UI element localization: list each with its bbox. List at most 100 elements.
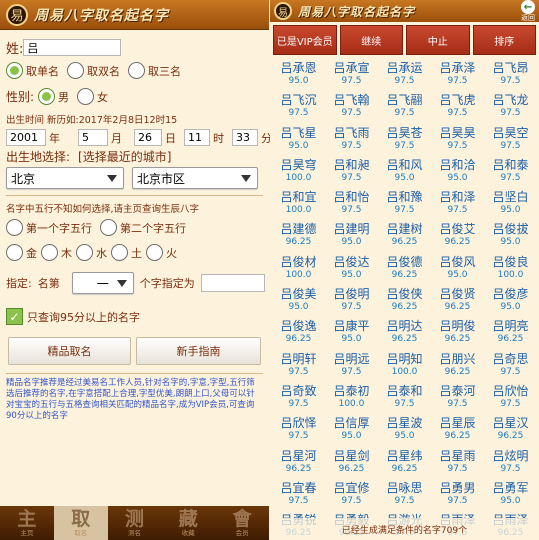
radio-double-name[interactable] <box>67 62 84 79</box>
name-result-item[interactable]: 吕俊德 96.25 <box>378 254 431 286</box>
name-result-item[interactable]: 吕明远 97.5 <box>325 351 378 383</box>
name-result-item[interactable]: 吕星剑 96.25 <box>325 448 378 480</box>
name-result-item[interactable]: 吕勇男 97.5 <box>431 480 484 512</box>
premium-naming-button[interactable]: 精品取名 <box>8 337 131 365</box>
name-result-item[interactable]: 吕俊达 95.0 <box>325 254 378 286</box>
name-result-item[interactable]: 吕建树 96.25 <box>378 221 431 253</box>
name-result-item[interactable]: 吕炫明 97.5 <box>484 448 537 480</box>
month-input[interactable]: 5 <box>78 129 108 146</box>
nav-member[interactable]: 會 会员 <box>215 506 269 540</box>
name-result-item[interactable]: 吕和宜 100.0 <box>272 189 325 221</box>
surname-input[interactable]: 吕 <box>23 39 122 56</box>
name-result-item[interactable]: 吕星辰 96.25 <box>431 415 484 447</box>
name-result-item[interactable]: 吕承恩 95.0 <box>272 60 325 92</box>
nav-favorites[interactable]: 藏 收藏 <box>161 506 215 540</box>
name-result-item[interactable]: 吕信厚 95.0 <box>325 415 378 447</box>
name-result-item[interactable]: 吕明达 96.25 <box>378 318 431 350</box>
name-result-item[interactable]: 吕奇致 97.5 <box>272 383 325 415</box>
name-result-item[interactable]: 吕俊贤 96.25 <box>431 286 484 318</box>
name-result-item[interactable]: 吕承宣 97.5 <box>325 60 378 92</box>
name-result-item[interactable]: 吕俊良 100.0 <box>484 254 537 286</box>
radio-male[interactable] <box>38 88 56 105</box>
name-result-item[interactable]: 吕俊美 95.0 <box>272 286 325 318</box>
name-result-item[interactable]: 吕和风 95.0 <box>378 157 431 189</box>
name-result-item[interactable]: 吕和昶 97.5 <box>325 157 378 189</box>
name-result-item[interactable]: 吕飞虎 97.5 <box>431 92 484 124</box>
name-result-item[interactable]: 吕星汉 96.25 <box>484 415 537 447</box>
name-result-item[interactable]: 吕和豫 97.5 <box>378 189 431 221</box>
year-input[interactable]: 2001 <box>6 129 46 146</box>
vip-member-button[interactable]: 已是VIP会员 <box>273 25 337 55</box>
name-result-item[interactable]: 吕飞沉 97.5 <box>272 92 325 124</box>
name-result-item[interactable]: 吕俊风 95.0 <box>431 254 484 286</box>
name-result-item[interactable]: 吕俊拔 95.0 <box>484 221 537 253</box>
name-result-item[interactable]: 吕泰河 97.5 <box>431 383 484 415</box>
nav-naming[interactable]: 取 取名 <box>53 506 108 540</box>
nav-home[interactable]: 主 主页 <box>0 506 54 540</box>
name-result-item[interactable]: 吕和泰 97.5 <box>484 157 537 189</box>
name-result-item[interactable]: 吕星波 95.0 <box>378 415 431 447</box>
name-result-item[interactable]: 吕俊彦 95.0 <box>484 286 537 318</box>
name-result-item[interactable]: 吕和怡 97.5 <box>325 189 378 221</box>
name-result-item[interactable]: 吕飞星 95.0 <box>272 125 325 157</box>
name-result-item[interactable]: 吕飞翮 97.5 <box>378 92 431 124</box>
back-button[interactable]: ← 返回 <box>521 0 535 22</box>
name-result-item[interactable]: 吕欣怿 97.5 <box>272 415 325 447</box>
name-result-item[interactable]: 吕欣怡 97.5 <box>484 383 537 415</box>
name-result-item[interactable]: 吕昊昊 97.5 <box>431 125 484 157</box>
stop-button[interactable]: 中止 <box>406 25 470 55</box>
name-result-item[interactable]: 吕明俊 96.25 <box>431 318 484 350</box>
name-result-item[interactable]: 吕明轩 97.5 <box>272 351 325 383</box>
continue-button[interactable]: 继续 <box>339 25 403 55</box>
name-result-item[interactable]: 吕俊艾 96.25 <box>431 221 484 253</box>
name-result-item[interactable]: 吕和洽 95.0 <box>431 157 484 189</box>
name-result-item[interactable]: 吕俊侠 96.25 <box>378 286 431 318</box>
hour-input[interactable]: 11 <box>184 129 210 146</box>
radio-second-char[interactable] <box>100 219 117 236</box>
name-result-item[interactable]: 吕承运 97.5 <box>378 60 431 92</box>
nth-select[interactable]: 一 <box>71 272 134 294</box>
char-specify-input[interactable] <box>200 274 265 292</box>
radio-element-earth[interactable] <box>111 244 128 261</box>
name-result-item[interactable]: 吕坚白 95.0 <box>484 189 537 221</box>
name-result-item[interactable]: 吕星雨 97.5 <box>431 448 484 480</box>
sort-button[interactable]: 排序 <box>472 25 536 55</box>
name-result-item[interactable]: 吕明亮 96.25 <box>484 318 537 350</box>
recent-city-link[interactable]: [选择最近的城市] <box>78 148 171 165</box>
radio-female[interactable] <box>77 88 95 105</box>
name-result-item[interactable]: 吕奇思 97.5 <box>484 351 537 383</box>
radio-single-name[interactable] <box>6 62 23 79</box>
radio-element-metal[interactable] <box>6 244 23 261</box>
name-result-item[interactable]: 吕承泽 97.5 <box>431 60 484 92</box>
name-result-item[interactable]: 吕飞翰 97.5 <box>325 92 378 124</box>
name-result-item[interactable]: 吕飞昂 97.5 <box>484 60 537 92</box>
name-result-item[interactable]: 吕康平 95.0 <box>325 318 378 350</box>
name-result-item[interactable]: 吕泰和 97.5 <box>378 383 431 415</box>
name-result-item[interactable]: 吕俊逸 96.25 <box>272 318 325 350</box>
name-result-item[interactable]: 吕泰初 100.0 <box>325 383 378 415</box>
minute-input[interactable]: 33 <box>232 129 258 146</box>
name-result-item[interactable]: 吕宜春 97.5 <box>272 480 325 512</box>
name-result-item[interactable]: 吕飞龙 97.5 <box>484 92 537 124</box>
radio-element-wood[interactable] <box>41 244 58 261</box>
name-result-item[interactable]: 吕昊苍 97.5 <box>378 125 431 157</box>
name-result-item[interactable]: 吕勇军 95.0 <box>484 480 537 512</box>
province-select[interactable]: 北京 <box>6 167 124 189</box>
name-result-item[interactable]: 吕朋兴 96.25 <box>431 351 484 383</box>
radio-triple-name[interactable] <box>128 62 145 79</box>
only95-checkbox[interactable]: ✓ <box>6 308 23 325</box>
name-result-item[interactable]: 吕俊明 97.5 <box>325 286 378 318</box>
district-select[interactable]: 北京市区 <box>132 167 258 189</box>
radio-element-water[interactable] <box>76 244 93 261</box>
name-result-item[interactable]: 吕昊穹 100.0 <box>272 157 325 189</box>
name-result-item[interactable]: 吕星纬 96.25 <box>378 448 431 480</box>
radio-element-fire[interactable] <box>146 244 163 261</box>
name-result-item[interactable]: 吕星河 96.25 <box>272 448 325 480</box>
name-result-item[interactable]: 吕飞雨 97.5 <box>325 125 378 157</box>
name-result-item[interactable]: 吕明知 100.0 <box>378 351 431 383</box>
name-result-item[interactable]: 吕咏思 97.5 <box>378 480 431 512</box>
name-result-item[interactable]: 吕俊材 100.0 <box>272 254 325 286</box>
name-result-item[interactable]: 吕和泽 97.5 <box>431 189 484 221</box>
nav-test-name[interactable]: 测 测名 <box>108 506 162 540</box>
day-input[interactable]: 26 <box>134 129 162 146</box>
